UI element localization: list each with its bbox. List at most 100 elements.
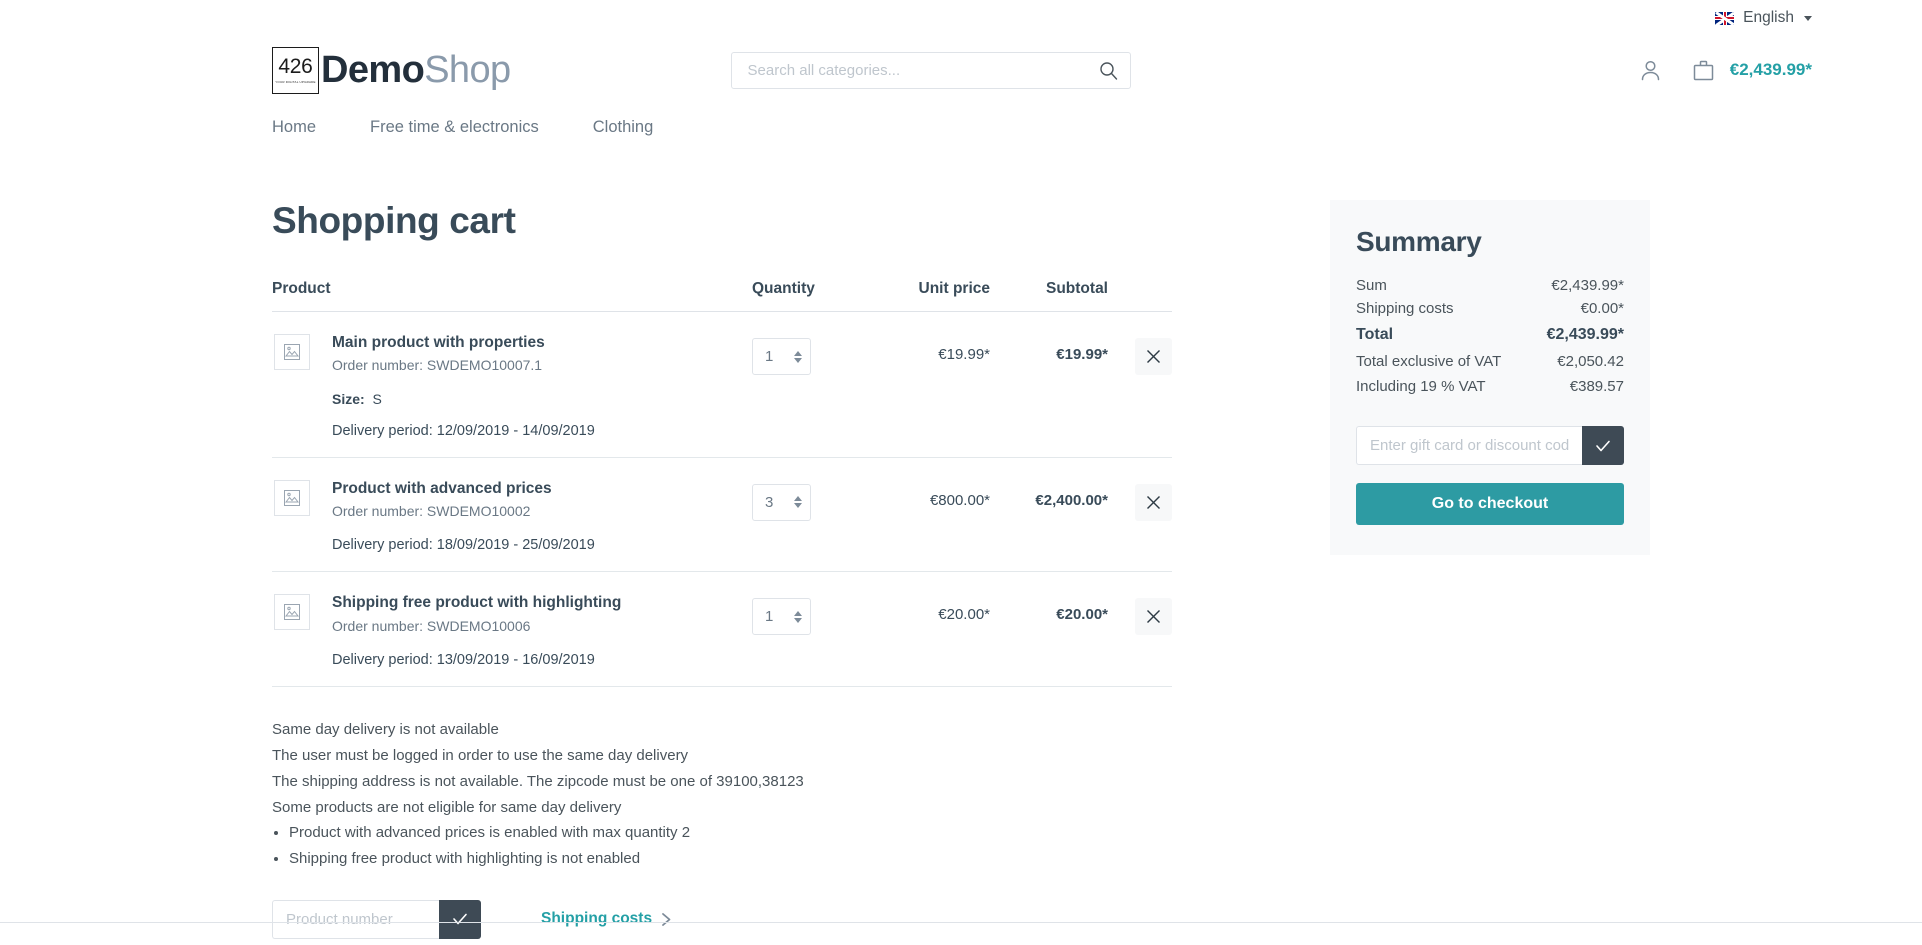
quantity-stepper[interactable]: 1 [752,598,811,636]
remove-cell [1108,478,1172,521]
unit-price-value: €800.00* [929,491,990,509]
list-item: Product with advanced prices is enabled … [289,820,1172,846]
quantity-value: 1 [765,608,774,626]
go-to-checkout-button[interactable]: Go to checkout [1356,483,1624,526]
product-number-input[interactable] [272,899,439,939]
table-row: Main product with properties Order numbe… [272,312,1172,458]
table-row: Product with advanced prices Order numbe… [272,458,1172,573]
subtotal-value: €19.99* [1056,346,1108,363]
account-button[interactable] [1638,58,1663,83]
shipping-costs-link[interactable]: Shipping costs [541,910,672,928]
quantity-value: 1 [765,348,774,365]
product-number-submit-button[interactable] [439,899,481,939]
logo-wordmark: DemoShop [321,51,511,89]
notice-bullet-list: Product with advanced prices is enabled … [272,820,1172,872]
summary-value: €2,439.99* [1546,326,1624,343]
remove-cell [1108,592,1172,636]
spinner-arrows-icon[interactable] [794,496,802,509]
unit-price-value: €20.00* [938,606,990,624]
quantity-cell: 1 [752,332,870,375]
cart-notices: Same day delivery is not available The u… [272,717,1172,872]
close-x-icon [1147,495,1160,509]
nav-item-home[interactable]: Home [272,118,316,137]
product-property: Size: S [332,391,595,407]
close-x-icon [1147,350,1160,363]
summary-label: Including 19 % VAT [1356,378,1486,396]
quantity-stepper[interactable]: 3 [752,483,811,521]
product-name-link[interactable]: Main product with properties [332,333,595,353]
language-selector[interactable]: English [1715,9,1812,27]
product-info: Main product with properties Order numbe… [332,332,595,439]
cart-column: Shopping cart Product Quantity Unit pric… [272,200,1172,939]
search-input[interactable] [730,51,1131,89]
unit-price-value: €19.99* [938,346,990,363]
quantity-cell: 3 [752,478,870,521]
column-header-quantity: Quantity [752,280,815,297]
quantity-cell: 1 [752,592,870,636]
column-header-product: Product [272,280,331,297]
nav-item-clothing[interactable]: Clothing [593,118,654,137]
summary-label: Shipping costs [1356,300,1454,317]
uk-flag-icon [1715,11,1735,25]
cart-bottom-actions: Shipping costs [272,899,1172,939]
cart-total-amount: €2,439.99* [1729,60,1812,79]
shipping-costs-label: Shipping costs [541,910,653,928]
remove-item-button[interactable] [1135,338,1172,375]
gift-card-submit-button[interactable] [1582,426,1624,466]
summary-title: Summary [1356,226,1482,257]
table-row: Shipping free product with highlighting … [272,572,1172,688]
logo-badge-icon: 426 YOUR DIGITAL UPGRADE [272,46,319,94]
product-order-number: Order number: SWDEMO10002 [332,502,531,519]
remove-item-button[interactable] [1135,483,1172,521]
product-info: Shipping free product with highlighting … [332,592,621,668]
nav-item-free-time-electronics[interactable]: Free time & electronics [370,118,539,137]
product-property-value: S [372,390,382,407]
product-name-link[interactable]: Shipping free product with highlighting [332,593,621,613]
summary-label: Total [1356,326,1394,343]
product-order-number: Order number: SWDEMO10006 [332,617,531,634]
main-navigation: Home Free time & electronics Clothing [0,104,1922,150]
subtotal-value: €20.00* [1056,606,1108,624]
list-item: Shipping free product with highlighting … [289,846,1172,872]
summary-row-total: Total €2,439.99* [1356,320,1624,349]
search-icon [1100,61,1118,80]
site-logo[interactable]: 426 YOUR DIGITAL UPGRADE DemoShop [272,46,511,94]
summary-value: €0.00* [1580,300,1624,317]
page-title: Shopping cart [272,200,516,241]
product-number-form [272,899,481,939]
column-header-subtotal: Subtotal [1046,280,1108,297]
spinner-arrows-icon[interactable] [794,610,802,623]
subtotal-value: €2,400.00* [1035,491,1108,509]
summary-value: €2,439.99* [1551,277,1624,294]
summary-panel: Summary Sum €2,439.99* Shipping costs €0… [1330,200,1650,556]
quantity-value: 3 [765,493,774,511]
summary-value: €2,050.42 [1557,353,1624,370]
close-x-icon [1147,610,1160,624]
notice-line: The shipping address is not available. T… [272,772,804,790]
summary-label: Sum [1356,277,1387,294]
gift-card-input[interactable] [1356,426,1582,466]
product-order-number: Order number: SWDEMO10007.1 [332,357,543,374]
image-placeholder-icon [274,479,310,516]
image-placeholder-icon [274,594,310,631]
user-account-icon [1641,60,1659,80]
summary-label: Total exclusive of VAT [1356,353,1502,370]
cart-button[interactable]: €2,439.99* [1691,58,1812,83]
summary-row-shipping-costs: Shipping costs €0.00* [1356,297,1624,320]
product-delivery-period: Delivery period: 12/09/2019 - 14/09/2019 [332,422,595,439]
spinner-arrows-icon[interactable] [794,350,802,363]
gift-card-form [1356,426,1624,466]
summary-row-including-vat: Including 19 % VAT €389.57 [1356,375,1624,398]
quantity-stepper[interactable]: 1 [752,338,811,375]
page-body: Shopping cart Product Quantity Unit pric… [0,150,1922,939]
shopping-bag-icon [1693,60,1713,80]
search-button[interactable] [1089,54,1129,87]
summary-row-total-exclusive-vat: Total exclusive of VAT €2,050.42 [1356,349,1624,375]
column-header-unit-price: Unit price [918,280,990,297]
check-icon [453,914,467,925]
product-name-link[interactable]: Product with advanced prices [332,479,595,499]
chevron-right-icon [662,913,671,926]
remove-item-button[interactable] [1135,598,1172,636]
footer-divider [0,922,1922,923]
notice-line: Same day delivery is not available [272,721,499,739]
